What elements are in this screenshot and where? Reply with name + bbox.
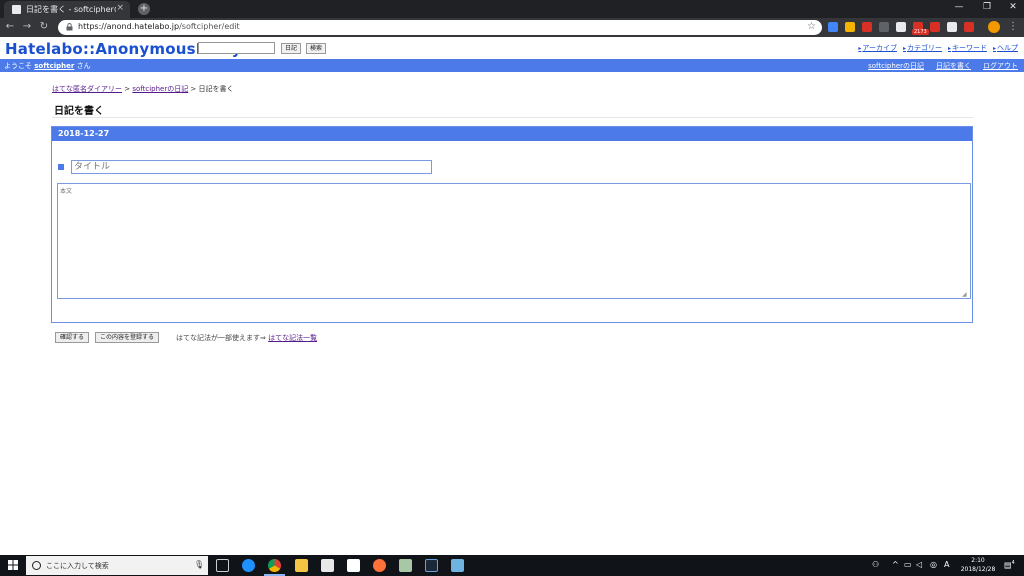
notification-icon[interactable]: ▤4: [1004, 560, 1015, 570]
volume-icon[interactable]: ◁: [916, 560, 922, 569]
task-view-icon[interactable]: [216, 559, 229, 572]
windows-start-icon[interactable]: [8, 560, 18, 570]
site-search-input[interactable]: [198, 42, 275, 54]
close-window-icon[interactable]: ✕: [1004, 2, 1022, 12]
header-link-help[interactable]: ▸ ヘルプ: [993, 43, 1018, 53]
page-title: 日記を書く: [54, 106, 104, 117]
steam-icon[interactable]: [425, 559, 438, 572]
breadcrumb-diary-link[interactable]: softcipherの日記: [132, 85, 188, 93]
cortana-icon: [32, 561, 41, 570]
username-link[interactable]: softcipher: [34, 62, 74, 70]
tray-chevron-icon[interactable]: ^: [892, 560, 899, 569]
triangle-right-icon: ▸: [902, 44, 906, 52]
header-link-archive[interactable]: ▸ アーカイブ: [858, 43, 897, 53]
app-icon[interactable]: [451, 559, 464, 572]
url-text: https://anond.hatelabo.jp/softcipher/edi…: [78, 22, 240, 31]
store-icon[interactable]: [321, 559, 334, 572]
shield-app-icon[interactable]: [399, 559, 412, 572]
tab-close-icon[interactable]: ×: [116, 3, 124, 13]
title-bullet-icon: [58, 164, 64, 170]
microphone-icon[interactable]: 🎙: [194, 560, 204, 569]
body-textarea[interactable]: [57, 183, 971, 299]
forward-icon[interactable]: →: [21, 21, 33, 32]
breadcrumb: はてな匿名ダイアリー > softcipherの日記 > 日記を書く: [52, 85, 234, 93]
reload-icon[interactable]: ↻: [38, 21, 50, 32]
minimize-icon[interactable]: —: [950, 2, 968, 12]
people-icon[interactable]: ⚇: [872, 560, 879, 569]
page-favicon-icon: [12, 5, 21, 14]
triangle-right-icon: ▸: [858, 44, 862, 52]
header-links: ▸ アーカイブ ▸ カテゴリー ▸ キーワード ▸ ヘルプ: [858, 43, 1018, 53]
site-header: Hatelabo::AnonymousDiary 日記 検索 ▸ アーカイブ ▸ カ…: [0, 37, 1024, 59]
profile-avatar[interactable]: [988, 21, 1000, 33]
extension-badge: 2173: [912, 29, 929, 35]
bookmark-star-icon[interactable]: ☆: [807, 21, 816, 32]
browser-menu-icon[interactable]: ⋮: [1008, 21, 1018, 32]
firefox-icon[interactable]: [373, 559, 386, 572]
entry-date-header: 2018-12-27: [52, 127, 972, 141]
user-links: softcipherの日記 日記を書く ログアウト: [868, 61, 1018, 71]
back-icon[interactable]: ←: [4, 21, 16, 32]
browser-extension-icon[interactable]: [845, 22, 855, 32]
browser-extension-icon[interactable]: [862, 22, 872, 32]
title-divider: [52, 117, 973, 118]
triangle-right-icon: ▸: [947, 44, 951, 52]
triangle-right-icon: ▸: [992, 44, 996, 52]
tab-title: 日記を書く - softcipherの日記: [26, 5, 116, 14]
taskbar-search-placeholder: ここに入力して検索: [46, 562, 109, 570]
search-button[interactable]: 検索: [306, 43, 327, 54]
notation-list-link[interactable]: はてな記法一覧: [268, 334, 317, 342]
diary-search-button[interactable]: 日記: [281, 43, 302, 54]
resize-grip-icon[interactable]: ◢: [962, 291, 968, 298]
browser-toolbar: ← → ↻ https://anond.hatelabo.jp/softciph…: [0, 18, 1024, 37]
file-explorer-icon[interactable]: [295, 559, 308, 572]
network-icon[interactable]: ▭: [904, 560, 912, 569]
header-link-keyword[interactable]: ▸ キーワード: [948, 43, 987, 53]
user-bar: ようこそ softcipher さん softcipherの日記 日記を書く ロ…: [0, 59, 1024, 72]
confirm-button[interactable]: 確認する: [55, 332, 90, 343]
browser-extension-icon[interactable]: [964, 22, 974, 32]
browser-extension-icon[interactable]: [828, 22, 838, 32]
ime-icon[interactable]: ◎: [930, 560, 937, 569]
address-bar[interactable]: https://anond.hatelabo.jp/softcipher/edi…: [58, 20, 822, 35]
new-tab-button[interactable]: +: [138, 3, 150, 15]
notation-note: はてな記法が一部使えます⇒ はてな記法一覧: [176, 334, 318, 342]
write-diary-link[interactable]: 日記を書く: [936, 61, 971, 71]
taskbar-search-box[interactable]: ここに入力して検索 🎙: [26, 556, 208, 575]
title-input[interactable]: [71, 160, 432, 174]
taskbar-clock[interactable]: 2:10 2018/12/28: [958, 556, 998, 574]
submit-button[interactable]: この内容を登録する: [95, 332, 160, 343]
edge-icon[interactable]: [242, 559, 255, 572]
welcome-text: ようこそ softcipher さん: [4, 62, 91, 70]
browser-tabstrip: 日記を書く - softcipherの日記 × + — ❐ ✕: [0, 0, 1024, 18]
entry-panel: 2018-12-27 ◢: [51, 126, 973, 323]
lock-icon: [66, 23, 73, 31]
chrome-icon[interactable]: [268, 559, 281, 572]
breadcrumb-current: 日記を書く: [198, 85, 234, 93]
my-diary-link[interactable]: softcipherの日記: [868, 61, 924, 71]
browser-extension-icon[interactable]: [879, 22, 889, 32]
browser-extension-icon[interactable]: [930, 22, 940, 32]
breadcrumb-root-link[interactable]: はてな匿名ダイアリー: [52, 85, 122, 93]
taskbar: ここに入力して検索 🎙 ⚇ ^ ▭ ◁ ◎ A 2:10 2018/12/28 ▤…: [0, 555, 1024, 576]
browser-extension-icon[interactable]: [896, 22, 906, 32]
mail-icon[interactable]: [347, 559, 360, 572]
restore-icon[interactable]: ❐: [978, 2, 996, 12]
logout-link[interactable]: ログアウト: [983, 61, 1018, 71]
entry-date: 2018-12-27: [58, 129, 110, 138]
browser-extension-icon[interactable]: [947, 22, 957, 32]
ime-mode-icon[interactable]: A: [944, 560, 949, 569]
header-link-category[interactable]: ▸ カテゴリー: [903, 43, 942, 53]
browser-tab[interactable]: 日記を書く - softcipherの日記 ×: [4, 1, 130, 18]
